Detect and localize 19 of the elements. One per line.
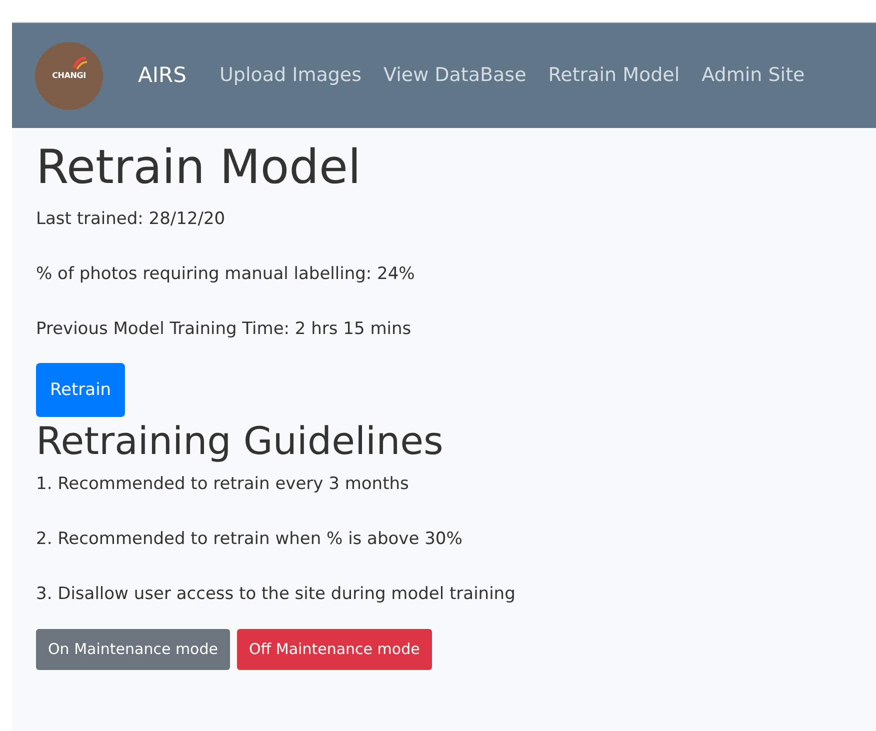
info-text: Previous Model Training Time: 2 hrs 15 mins [36,318,412,340]
swoosh-icon [72,56,88,70]
nav-link[interactable]: Admin Site [702,61,805,90]
nav-link[interactable]: Retrain Model [548,61,680,90]
maintenance-button[interactable]: Off Maintenance mode [237,628,432,670]
brand-link[interactable]: AIRS [138,60,186,92]
page-title: Retrain Model [36,140,362,196]
logo-text: CHANGI [52,70,86,82]
logo-icon[interactable]: CHANGI [35,42,103,110]
nav-link[interactable]: View DataBase [384,61,526,90]
info-text: Last trained: 28/12/20 [36,208,226,230]
maintenance-button[interactable]: On Maintenance mode [36,628,230,670]
retrain-button[interactable]: Retrain [36,363,126,418]
section-heading: Retraining Guidelines [36,419,444,465]
info-text: % of photos requiring manual labelling: 24% [36,263,416,286]
guideline-text: 1. Recommended to retrain every 3 months [36,472,410,495]
nav-link[interactable]: Upload Images [219,61,362,90]
guideline-text: 2. Recommended to retrain when % is above 30% [36,528,464,550]
guideline-text: 3. Disallow user access to the site during model training [36,582,516,605]
